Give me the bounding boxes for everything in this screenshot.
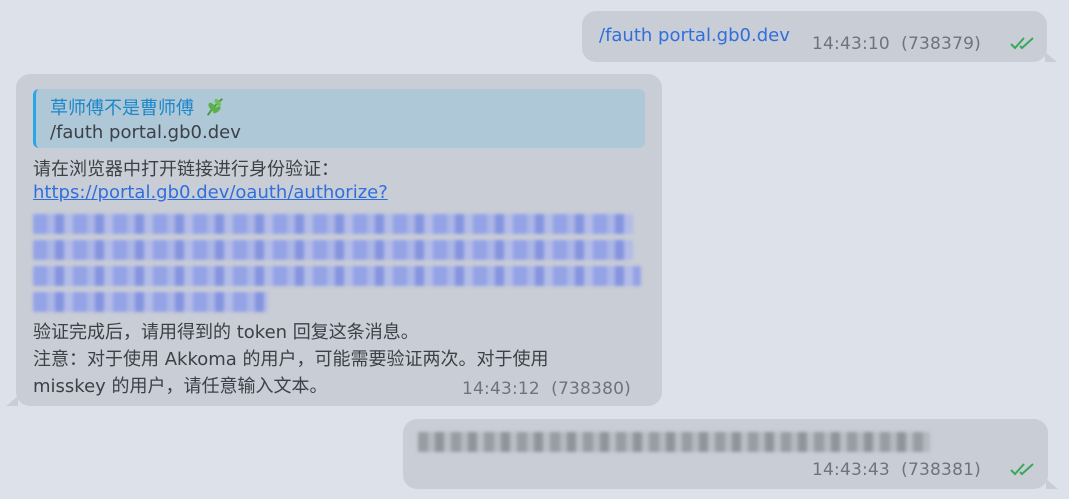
- message-timestamp: 14:43:12 (738380): [462, 379, 631, 399]
- redacted-link-line[interactable]: [33, 240, 633, 260]
- auth-link[interactable]: https://portal.gb0.dev/oauth/authorize?: [33, 182, 388, 203]
- double-check-icon: [1010, 37, 1034, 50]
- message-timestamp: 14:43:10 (738379): [812, 34, 981, 54]
- message-text: /fauth portal.gb0.dev: [599, 25, 790, 46]
- message-line: 验证完成后，请用得到的 token 回复这条消息。: [33, 322, 419, 343]
- message-line: 请在浏览器中打开链接进行身份验证：: [33, 159, 339, 180]
- message-line: 注意：对于使用 Akkoma 的用户，可能需要验证两次。对于使用: [33, 349, 549, 370]
- reply-author: 草师傅不是曹师傅: [50, 94, 226, 120]
- redacted-link-line[interactable]: [33, 292, 268, 312]
- redacted-link-line[interactable]: [33, 214, 633, 234]
- bubble-tail: [6, 396, 18, 406]
- bubble-tail: [1046, 479, 1058, 489]
- reply-quoted-text: /fauth portal.gb0.dev: [50, 122, 241, 143]
- message-line: misskey 的用户，请任意输入文本。: [33, 376, 328, 397]
- message-timestamp: 14:43:43 (738381): [812, 460, 981, 480]
- bubble-tail: [1045, 52, 1057, 62]
- outgoing-message-bubble[interactable]: /fauth portal.gb0.dev 14:43:10 (738379): [582, 11, 1047, 62]
- double-check-icon: [1010, 463, 1034, 476]
- redacted-link-line[interactable]: [33, 266, 641, 286]
- reply-quote[interactable]: 草师傅不是曹师傅 /fauth portal.gb0.dev: [33, 89, 645, 148]
- redacted-message-text[interactable]: [418, 432, 930, 452]
- incoming-message-bubble[interactable]: 草师傅不是曹师傅 /fauth portal.gb0.dev 请在浏览器中打开链…: [16, 74, 662, 406]
- leaf-emoji-icon: [206, 98, 223, 116]
- outgoing-message-bubble[interactable]: 14:43:43 (738381): [403, 419, 1048, 489]
